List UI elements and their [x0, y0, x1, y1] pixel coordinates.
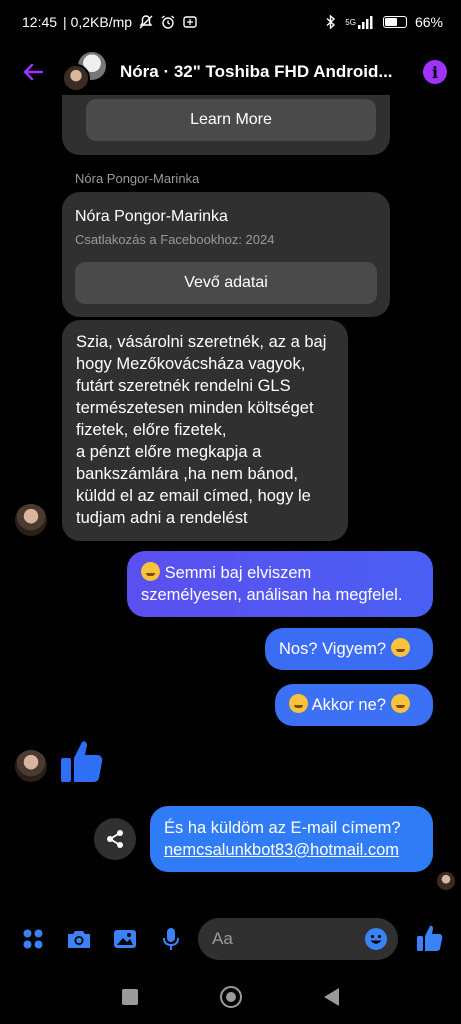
image-icon	[114, 930, 136, 948]
info-button[interactable]: i	[423, 60, 447, 84]
message-text: Akkor ne?	[308, 696, 391, 714]
profile-name: Nóra Pongor-Marinka	[75, 208, 228, 225]
voice-button[interactable]	[158, 926, 184, 952]
contact-avatar	[62, 64, 90, 92]
rofl-emoji-icon	[141, 562, 160, 581]
info-icon: i	[431, 62, 439, 82]
message-text: Semmi baj elviszem	[160, 564, 312, 582]
thumbs-up-icon	[61, 741, 103, 782]
message-line: tudjam adni a rendelést	[76, 509, 248, 527]
status-speed: | 0,2KB/mp	[63, 14, 133, 30]
like-button[interactable]	[416, 924, 444, 952]
message-line: természetesen minden költséget	[76, 399, 314, 417]
thumbs-up-icon	[417, 925, 443, 951]
emoji-button[interactable]	[364, 927, 388, 951]
message-text: És ha küldöm az E-mail címem?	[164, 819, 401, 837]
status-bar: 12:45 | 0,2KB/mp 5G 66%	[0, 0, 461, 44]
email-link[interactable]: nemcsalunkbot83@hotmail.com	[164, 839, 419, 861]
share-button[interactable]	[94, 818, 136, 860]
message-input[interactable]: Aa	[198, 918, 398, 960]
back-button[interactable]	[20, 59, 46, 85]
outgoing-message[interactable]: Akkor ne?	[275, 684, 433, 726]
message-text: személyesen, análisan ha megfelel.	[141, 586, 403, 604]
mute-icon	[138, 14, 154, 30]
sender-name: Nóra Pongor-Marinka	[75, 171, 200, 186]
rofl-emoji-icon	[390, 694, 410, 713]
thumbs-up-message[interactable]	[60, 738, 104, 784]
contact-avatar[interactable]	[15, 750, 47, 782]
outgoing-message[interactable]: Semmi baj elviszem személyesen, análisan…	[127, 551, 433, 617]
incoming-message[interactable]: Szia, vásárolni szeretnék, az a baj hogy…	[62, 320, 348, 541]
message-line: bankszámlára ,ha nem bánod,	[76, 465, 298, 483]
microphone-icon	[163, 928, 179, 950]
message-line: Szia, vásárolni szeretnék, az a baj	[76, 333, 327, 351]
outgoing-message[interactable]: Nos? Vigyem?	[265, 628, 433, 670]
camera-button[interactable]	[66, 926, 92, 952]
bluetooth-icon	[325, 14, 337, 30]
buyer-details-button[interactable]: Vevő adatai	[75, 262, 377, 304]
home-button[interactable]	[220, 986, 242, 1008]
message-line: a pénzt előre megkapja a	[76, 443, 262, 461]
alarm-icon	[160, 14, 176, 30]
battery-percent: 66%	[414, 14, 443, 30]
learn-more-button[interactable]: Learn More	[86, 99, 376, 141]
camera-icon	[68, 931, 90, 948]
signal-icon: 5G	[345, 15, 375, 29]
chat-header: Nóra · 32" Toshiba FHD Android... i	[0, 44, 461, 100]
conversation-title[interactable]: Nóra · 32" Toshiba FHD Android...	[120, 62, 405, 82]
message-line: küldd el az email címed, hogy le	[76, 487, 311, 505]
nfc-icon	[182, 14, 198, 30]
conversation-avatar[interactable]	[62, 52, 106, 92]
network-label: 5G	[345, 17, 356, 27]
emoji-icon	[365, 928, 387, 950]
message-line: futárt szeretnék rendelni GLS	[76, 377, 291, 395]
battery-icon	[382, 16, 407, 28]
share-icon	[107, 830, 123, 848]
system-nav-bar	[0, 970, 461, 1024]
apps-button[interactable]	[20, 926, 46, 952]
message-text: Nos? Vigyem?	[279, 640, 391, 658]
frown-emoji-icon	[289, 694, 308, 713]
smile-emoji-icon	[390, 638, 410, 657]
profile-joined: Csatlakozás a Facebookhoz: 2024	[75, 232, 275, 247]
arrow-left-icon	[23, 63, 44, 81]
nav-back-button[interactable]	[324, 988, 339, 1006]
message-line: fizetek, előre fizetek,	[76, 421, 227, 439]
read-receipt-avatar	[437, 872, 455, 890]
gallery-button[interactable]	[112, 926, 138, 952]
recents-button[interactable]	[122, 989, 138, 1005]
status-time: 12:45	[22, 14, 58, 30]
contact-avatar[interactable]	[15, 504, 47, 536]
outgoing-message[interactable]: És ha küldöm az E-mail címem? nemcsalunk…	[150, 806, 433, 872]
message-placeholder: Aa	[212, 929, 233, 948]
message-line: hogy Mezőkovácsháza vagyok,	[76, 355, 306, 373]
apps-icon	[23, 929, 43, 949]
